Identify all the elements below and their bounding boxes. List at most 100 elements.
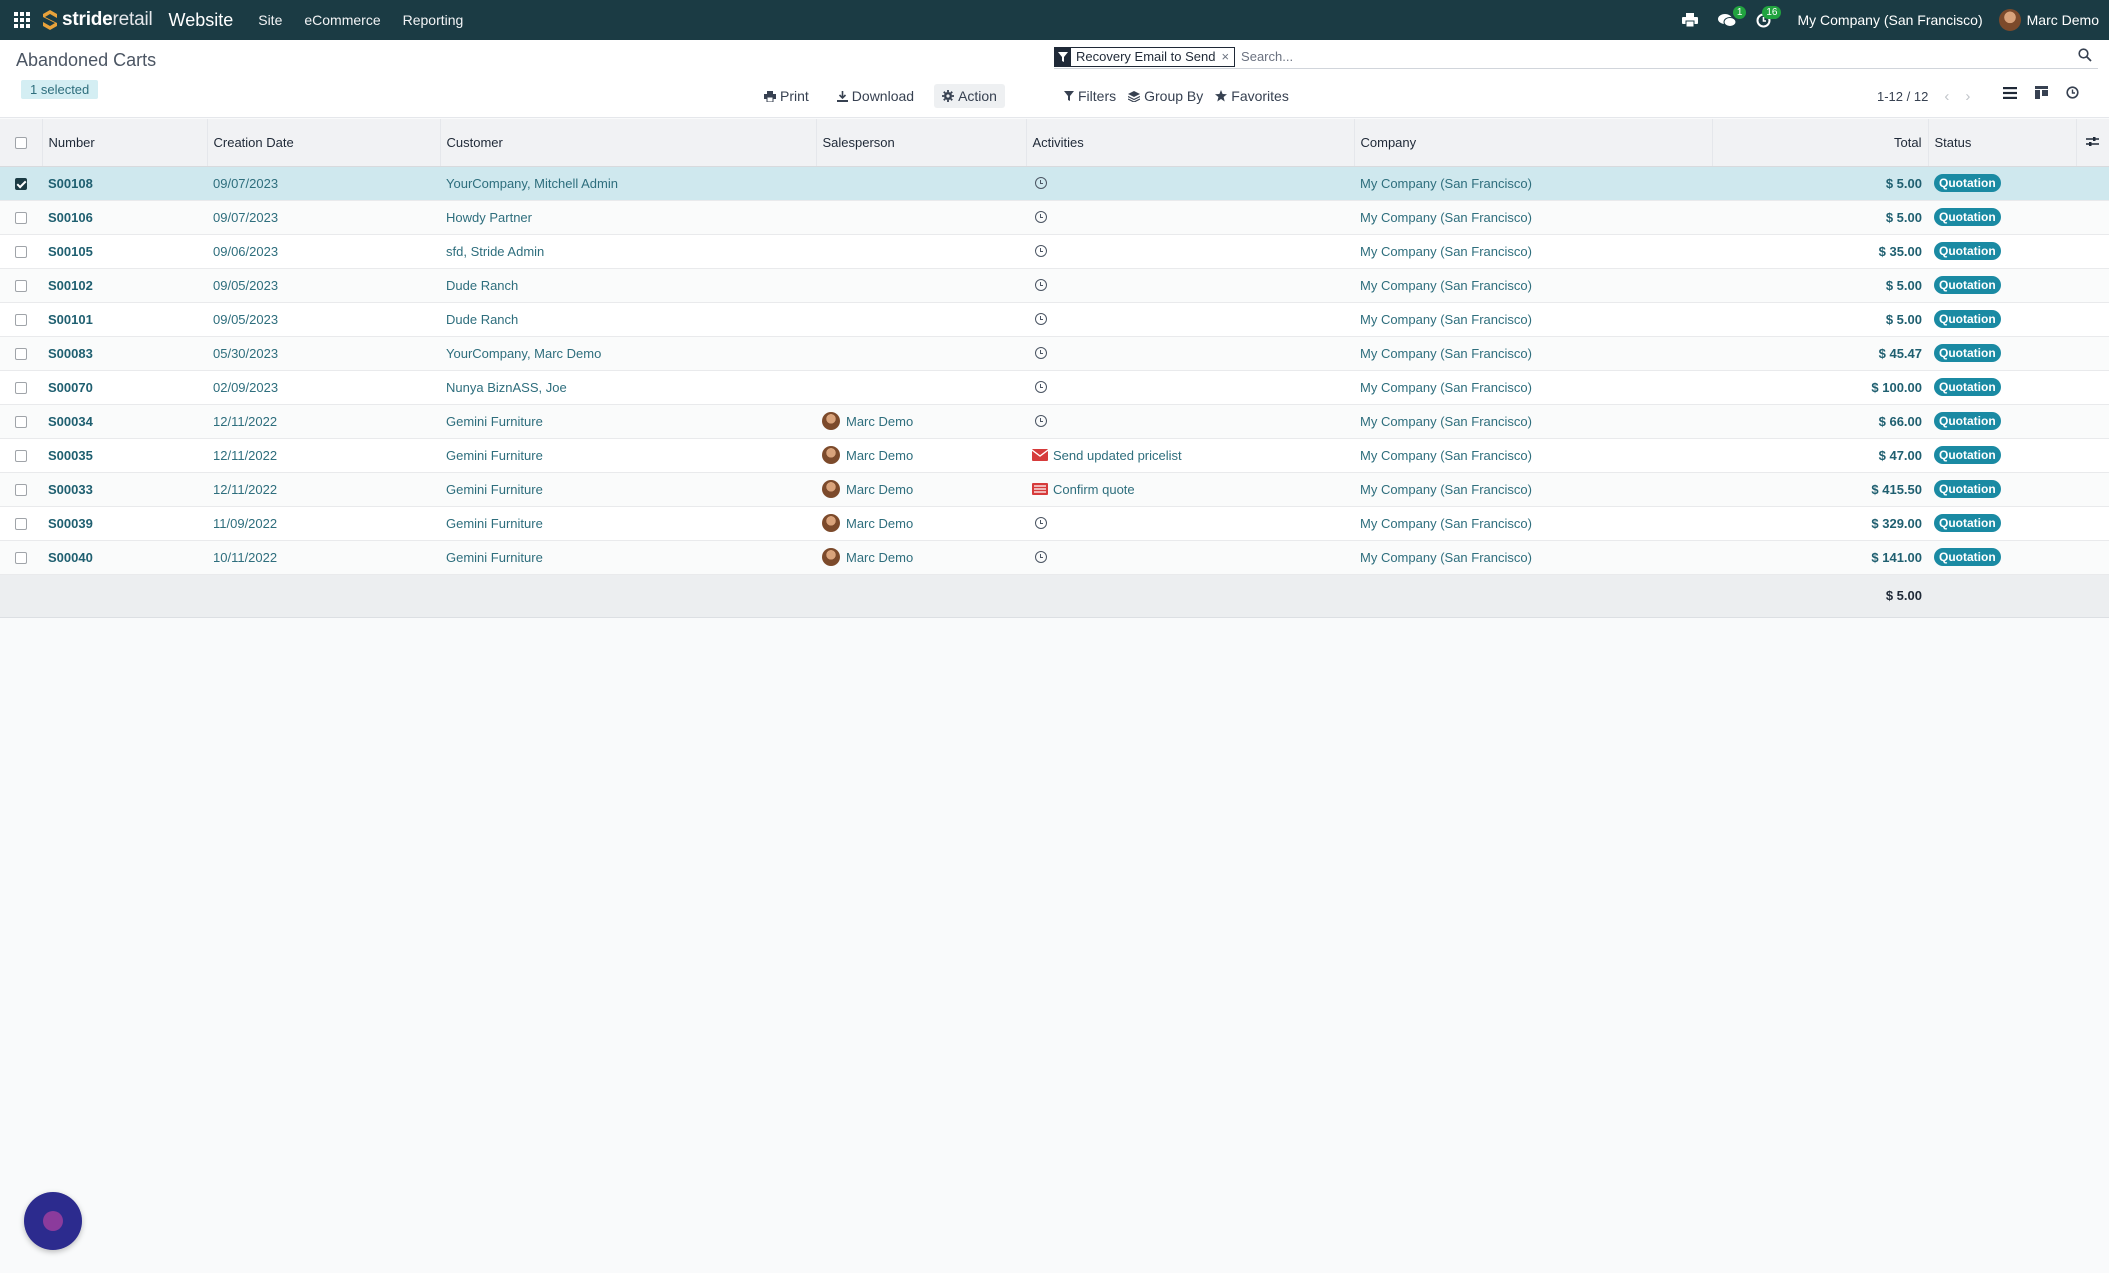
user-menu[interactable]: Marc Demo [1998,9,2099,31]
pager-previous-icon[interactable]: ‹ [1944,88,1949,105]
order-number[interactable]: S00039 [42,506,207,541]
activity-cell[interactable] [1026,404,1354,439]
clock-icon[interactable] [1035,347,1047,359]
company-name[interactable]: My Company (San Francisco) [1354,336,1712,371]
order-number[interactable]: S00105 [42,234,207,269]
selection-counter[interactable]: 1 selected [21,80,99,99]
row-checkbox[interactable] [15,178,27,191]
activity-cell[interactable]: Send updated pricelist [1026,438,1354,473]
customer-name[interactable]: YourCompany, Mitchell Admin [440,166,816,201]
clock-icon[interactable] [1035,381,1047,393]
table-row[interactable]: S00083 05/30/2023 YourCompany, Marc Demo My… [0,336,2109,371]
creation-date[interactable]: 10/11/2022 [207,540,440,575]
salesperson-cell[interactable]: Marc Demo [816,540,1026,575]
customer-name[interactable]: Gemini Furniture [440,540,816,575]
creation-date[interactable]: 12/11/2022 [207,472,440,507]
row-checkbox[interactable] [15,518,27,531]
company-name[interactable]: My Company (San Francisco) [1354,370,1712,405]
pager-next-icon[interactable]: › [1965,88,1970,105]
order-number[interactable]: S00035 [42,438,207,473]
order-number[interactable]: S00033 [42,472,207,507]
customer-name[interactable]: Dude Ranch [440,268,816,303]
activity-cell[interactable] [1026,234,1354,269]
column-header-customer[interactable]: Customer [440,119,817,167]
customer-name[interactable]: Nunya BiznASS, Joe [440,370,816,405]
salesperson-cell[interactable] [816,336,1026,371]
clock-icon[interactable] [1035,551,1047,563]
salesperson-cell[interactable]: Marc Demo [816,472,1026,507]
pager-value[interactable]: 1-12 / 12 [1877,89,1928,104]
activity-cell[interactable] [1026,302,1354,337]
column-header-status[interactable]: Status [1928,119,2077,167]
company-name[interactable]: My Company (San Francisco) [1354,234,1712,269]
apps-menu-icon[interactable] [14,11,31,29]
order-number[interactable]: S00070 [42,370,207,405]
order-number[interactable]: S00034 [42,404,207,439]
column-header-number[interactable]: Number [42,119,208,167]
company-switcher[interactable]: My Company (San Francisco) [1797,12,1982,28]
row-checkbox[interactable] [15,382,27,395]
customer-name[interactable]: Gemini Furniture [440,506,816,541]
clock-icon[interactable] [1035,177,1047,189]
facet-remove-button[interactable]: × [1221,49,1234,64]
table-row[interactable]: S00102 09/05/2023 Dude Ranch My Company (Sa… [0,268,2109,303]
creation-date[interactable]: 09/05/2023 [207,302,440,337]
activity-view-icon[interactable] [2066,86,2079,99]
table-row[interactable]: S00033 12/11/2022 Gemini Furniture Marc Dem… [0,472,2109,507]
creation-date[interactable]: 09/07/2023 [207,166,440,201]
customer-name[interactable]: Howdy Partner [440,200,816,235]
creation-date[interactable]: 09/05/2023 [207,268,440,303]
clock-icon[interactable] [1035,211,1047,223]
company-name[interactable]: My Company (San Francisco) [1354,302,1712,337]
column-header-creation-date[interactable]: Creation Date [207,119,441,167]
creation-date[interactable]: 09/07/2023 [207,200,440,235]
messages-icon[interactable]: 1 [1718,5,1747,28]
menu-item-ecommerce[interactable]: eCommerce [304,12,380,28]
column-header-total[interactable]: Total [1712,119,1929,167]
row-checkbox[interactable] [15,246,27,259]
app-title[interactable]: Website [169,10,234,31]
creation-date[interactable]: 12/11/2022 [207,438,440,473]
activity-cell[interactable]: Confirm quote [1026,472,1354,507]
company-name[interactable]: My Company (San Francisco) [1354,268,1712,303]
action-button[interactable]: Action [934,84,1005,108]
customer-name[interactable]: Gemini Furniture [440,404,816,439]
table-row[interactable]: S00108 09/07/2023 YourCompany, Mitchell Ad… [0,166,2109,201]
row-checkbox[interactable] [15,212,27,225]
menu-item-site[interactable]: Site [258,12,282,28]
company-name[interactable]: My Company (San Francisco) [1354,166,1712,201]
salesperson-cell[interactable] [816,268,1026,303]
envelope-icon[interactable] [1032,449,1048,461]
row-checkbox[interactable] [15,450,27,463]
order-number[interactable]: S00101 [42,302,207,337]
column-header-salesperson[interactable]: Salesperson [816,119,1027,167]
salesperson-cell[interactable]: Marc Demo [816,404,1026,439]
favorites-button[interactable]: Favorites [1209,84,1295,108]
group-by-button[interactable]: Group By [1122,84,1209,108]
kanban-view-icon[interactable] [2035,86,2048,99]
activity-cell[interactable] [1026,166,1354,201]
creation-date[interactable]: 02/09/2023 [207,370,440,405]
row-checkbox[interactable] [15,484,27,497]
clock-icon[interactable] [1035,517,1047,529]
search-icon[interactable] [2078,48,2092,65]
order-number[interactable]: S00106 [42,200,207,235]
activity-summary[interactable]: Send updated pricelist [1053,448,1182,463]
filters-button[interactable]: Filters [1058,84,1122,108]
menu-item-reporting[interactable]: Reporting [403,12,464,28]
salesperson-cell[interactable]: Marc Demo [816,438,1026,473]
customer-name[interactable]: Gemini Furniture [440,438,816,473]
download-button[interactable]: Download [829,84,922,108]
order-number[interactable]: S00083 [42,336,207,371]
table-row[interactable]: S00039 11/09/2022 Gemini Furniture Marc Dem… [0,506,2109,541]
salesperson-cell[interactable]: Marc Demo [816,506,1026,541]
company-name[interactable]: My Company (San Francisco) [1354,404,1712,439]
customer-name[interactable]: sfd, Stride Admin [440,234,816,269]
clock-icon[interactable] [1035,415,1047,427]
activity-cell[interactable] [1026,540,1354,575]
table-row[interactable]: S00035 12/11/2022 Gemini Furniture Marc Dem… [0,438,2109,473]
company-name[interactable]: My Company (San Francisco) [1354,540,1712,575]
list-view-icon[interactable] [2003,86,2017,99]
clock-icon[interactable] [1035,245,1047,257]
creation-date[interactable]: 11/09/2022 [207,506,440,541]
